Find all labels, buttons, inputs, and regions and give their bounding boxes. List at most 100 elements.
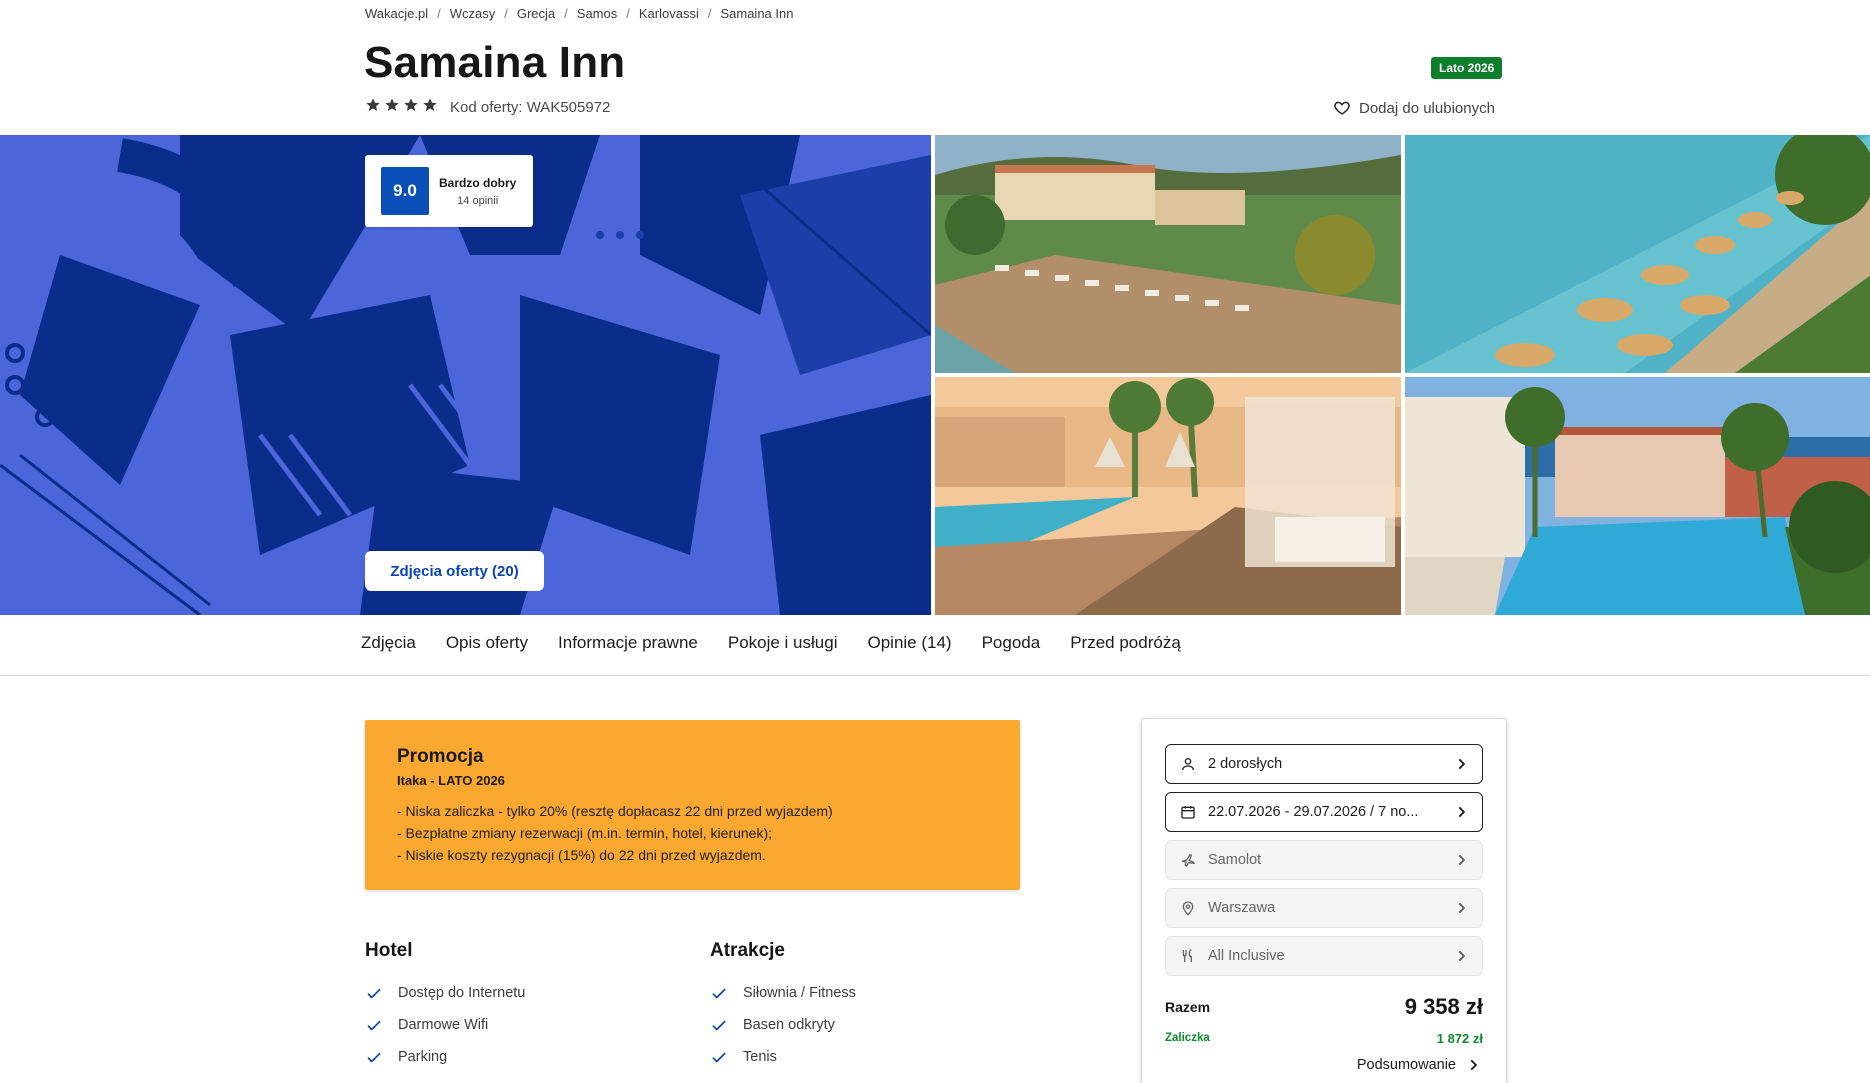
tab-legal-info[interactable]: Informacje prawne: [558, 633, 698, 653]
promotion-item: - Bezpłatne zmiany rezerwacji (m.in. ter…: [397, 825, 773, 841]
dates-value: 22.07.2026 - 29.07.2026 / 7 no...: [1208, 804, 1419, 820]
hotel-stars: [365, 97, 438, 113]
promotion-list: - Niska zaliczka - tylko 20% (resztę dop…: [397, 800, 1020, 866]
total-price: 9 358 zł: [1404, 994, 1483, 1019]
page-title: Samaina Inn: [364, 38, 626, 87]
breadcrumb: Wakacje.pl / Wczasy / Grecja / Samos / K…: [365, 5, 793, 21]
check-icon: [712, 1052, 726, 1063]
travelers-value: 2 dorosłych: [1208, 756, 1283, 772]
summary-label: Podsumowanie: [1356, 1057, 1456, 1073]
tab-weather[interactable]: Pogoda: [982, 633, 1041, 653]
plane-icon: [1181, 853, 1196, 867]
board-value: All Inclusive: [1208, 948, 1285, 964]
breadcrumb-separator: /: [707, 5, 712, 21]
attraction-features: Atrakcje Siłownia / Fitness Basen odkryt…: [710, 940, 856, 1073]
breadcrumb-item-wczasy[interactable]: Wczasy: [450, 6, 496, 21]
rating-card[interactable]: 9.0 Bardzo dobry 14 opinii: [365, 155, 533, 227]
rating-label: Bardzo dobry: [439, 175, 517, 190]
promotion-box: Promocja Itaka - LATO 2026 - Niska zalic…: [365, 720, 1020, 890]
chevron-right-icon: [1458, 854, 1466, 866]
favorites-label: Dodaj do ulubionych: [1359, 99, 1495, 117]
tab-photos[interactable]: Zdjęcia: [361, 633, 416, 653]
total-label: Razem: [1165, 999, 1211, 1015]
promotion-subtitle: Itaka - LATO 2026: [397, 773, 505, 788]
season-badge: Lato 2026: [1431, 57, 1503, 79]
travelers-selector[interactable]: 2 dorosłych: [1165, 744, 1483, 784]
heart-icon: [1334, 101, 1350, 115]
tab-rooms-services[interactable]: Pokoje i usługi: [728, 633, 838, 653]
rating-score: 9.0: [381, 167, 429, 215]
chevron-right-icon: [1458, 758, 1466, 770]
tab-reviews[interactable]: Opinie (14): [867, 633, 951, 653]
star-icon: [385, 98, 399, 111]
add-to-favorites-button[interactable]: Dodaj do ulubionych: [1333, 99, 1495, 117]
gallery-photo-1[interactable]: [935, 135, 1401, 373]
star-icon: [404, 98, 418, 111]
transport-selector[interactable]: Samolot: [1165, 840, 1483, 880]
breadcrumb-item-hotel: Samaina Inn: [720, 5, 794, 21]
gallery-photo-3[interactable]: [935, 377, 1401, 615]
feature-label: Parking: [398, 1049, 448, 1065]
chevron-right-icon: [1458, 950, 1466, 962]
feature-item: Basen odkryty: [710, 1009, 856, 1041]
tab-description[interactable]: Opis oferty: [446, 633, 528, 653]
promotion-title: Promocja: [397, 746, 484, 767]
booking-panel: 2 dorosłych 22.07.2026 - 29.07.2026 / 7 …: [1141, 718, 1507, 1083]
transport-value: Samolot: [1208, 852, 1262, 868]
feature-label: Siłownia / Fitness: [743, 985, 856, 1001]
utensils-icon: [1182, 949, 1192, 962]
offer-code: Kod oferty: WAK505972: [450, 99, 611, 116]
tab-before-travel[interactable]: Przed podróżą: [1070, 633, 1181, 653]
promotion-item: - Niskie koszty rezygnacji (15%) do 22 d…: [397, 847, 766, 863]
breadcrumb-separator: /: [626, 5, 630, 21]
feature-item: Tenis: [710, 1041, 856, 1073]
departure-selector[interactable]: Warszawa: [1165, 888, 1483, 928]
check-icon: [712, 988, 726, 999]
chevron-right-icon: [1470, 1059, 1478, 1071]
location-pin-icon: [1182, 901, 1194, 916]
offer-tabs: Zdjęcia Opis oferty Informacje prawne Po…: [361, 633, 1211, 653]
tabs-divider: [0, 675, 1870, 676]
resort-pool-photo: [1405, 377, 1870, 615]
departure-value: Warszawa: [1208, 900, 1276, 916]
beach-photo: [1405, 135, 1870, 373]
hotel-features-title: Hotel: [365, 940, 413, 961]
feature-item: Siłownia / Fitness: [710, 977, 856, 1009]
feature-label: Darmowe Wifi: [398, 1017, 489, 1033]
pool-deck-photo: [935, 377, 1401, 615]
breadcrumb-separator: /: [564, 5, 568, 21]
feature-label: Basen odkryty: [743, 1017, 835, 1033]
feature-label: Tenis: [743, 1049, 777, 1065]
gallery-photo-4[interactable]: [1405, 377, 1870, 615]
hero-pattern-image[interactable]: 9.0 Bardzo dobry 14 opinii Zdjęcia ofert…: [0, 135, 931, 615]
person-icon: [1182, 758, 1194, 771]
summary-button[interactable]: Podsumowanie: [1357, 1057, 1480, 1073]
chevron-right-icon: [1458, 902, 1466, 914]
star-icon: [423, 98, 437, 111]
check-icon: [367, 1052, 381, 1063]
breadcrumb-item-city[interactable]: Karlovassi: [639, 6, 699, 21]
check-icon: [367, 1020, 381, 1031]
breadcrumb-separator: /: [437, 5, 441, 21]
show-photos-button[interactable]: Zdjęcia oferty (20): [365, 551, 544, 591]
breadcrumb-item-region[interactable]: Samos: [577, 6, 617, 21]
promotion-item: - Niska zaliczka - tylko 20% (resztę dop…: [397, 803, 833, 819]
deposit-label: Zaliczka: [1165, 1032, 1210, 1044]
breadcrumb-item-country[interactable]: Grecja: [517, 6, 555, 21]
feature-item: Darmowe Wifi: [365, 1009, 525, 1041]
dates-selector[interactable]: 22.07.2026 - 29.07.2026 / 7 no...: [1165, 792, 1483, 832]
hotel-features: Hotel Dostęp do Internetu Darmowe Wifi P…: [365, 940, 525, 1073]
check-icon: [712, 1020, 726, 1031]
feature-item: Parking: [365, 1041, 525, 1073]
hotel-aerial-photo: [935, 135, 1401, 373]
breadcrumb-separator: /: [504, 5, 508, 21]
breadcrumb-item-home[interactable]: Wakacje.pl: [365, 6, 428, 21]
star-icon: [366, 98, 380, 111]
calendar-icon: [1181, 806, 1195, 819]
feature-item: Dostęp do Internetu: [365, 977, 525, 1009]
board-selector[interactable]: All Inclusive: [1165, 936, 1483, 976]
chevron-right-icon: [1458, 806, 1466, 818]
check-icon: [367, 988, 381, 999]
rating-count: 14 opinii: [457, 194, 499, 207]
gallery-photo-2[interactable]: [1405, 135, 1870, 373]
